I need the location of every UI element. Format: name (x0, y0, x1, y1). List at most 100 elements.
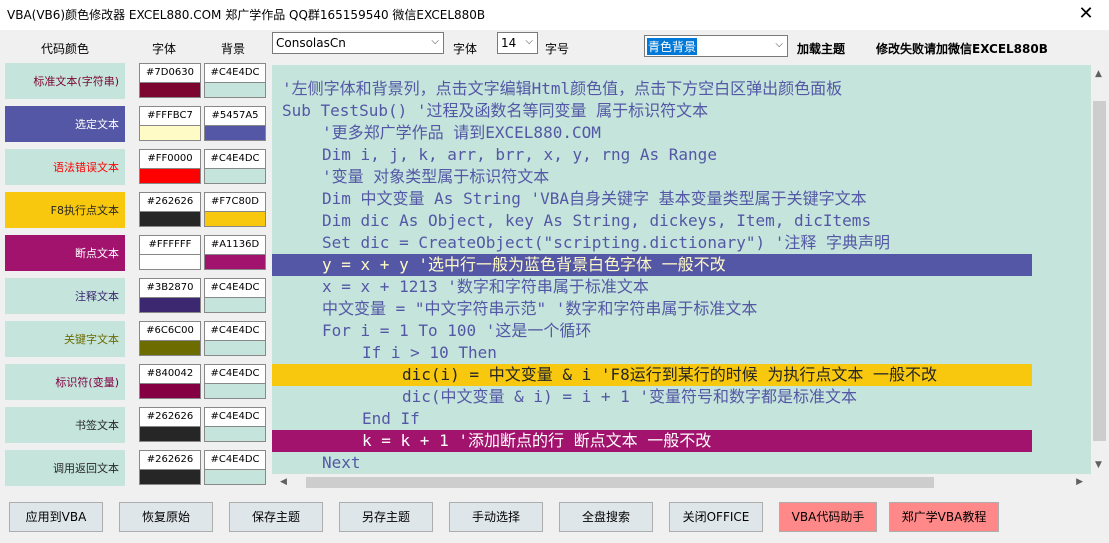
horizontal-scroll-thumb[interactable] (306, 477, 934, 488)
color-preview[interactable] (139, 255, 201, 270)
code-line[interactable]: x = x + 1213 '数字和字符串属于标准文本 (322, 276, 1091, 298)
code-line[interactable]: '变量 对象类型属于标识符文本 (322, 166, 1091, 188)
hex-value[interactable]: #7D0630 (139, 63, 201, 83)
scroll-left-icon[interactable]: ◀ (280, 477, 287, 487)
color-preview[interactable] (204, 341, 266, 356)
hex-value[interactable]: #C4E4DC (204, 450, 266, 470)
theme-select[interactable]: 青色背景 ⌵ (644, 35, 788, 57)
action-button[interactable]: 郑广学VBA教程 (889, 502, 999, 532)
hex-value[interactable]: #FFFBC7 (139, 106, 201, 126)
font-color-swatch[interactable]: #FFFFFF (139, 235, 201, 271)
hex-value[interactable]: #A1136D (204, 235, 266, 255)
color-preview[interactable] (139, 169, 201, 184)
color-preview[interactable] (204, 470, 266, 485)
hex-value[interactable]: #262626 (139, 450, 201, 470)
code-line[interactable]: End If (362, 408, 1091, 430)
code-editor[interactable]: '左侧字体和背景列，点击文字编辑Html颜色值，点击下方空白区弹出颜色面板 Sub… (272, 65, 1091, 474)
horizontal-scrollbar[interactable]: ◀ ▶ (272, 474, 1091, 491)
background-color-swatch[interactable]: #F7C80D (204, 192, 266, 228)
font-color-swatch[interactable]: #FF0000 (139, 149, 201, 185)
action-button[interactable]: 关闭OFFICE (669, 502, 763, 532)
background-color-swatch[interactable]: #5457A5 (204, 106, 266, 142)
hex-value[interactable]: #C4E4DC (204, 63, 266, 83)
color-preview[interactable] (139, 298, 201, 313)
color-preview[interactable] (139, 427, 201, 442)
code-line[interactable]: dic(i) = 中文变量 & i 'F8运行到某行的时候 为执行点文本 一般不… (402, 364, 1091, 386)
vertical-scrollbar[interactable]: ▲ ▼ (1091, 65, 1108, 474)
background-color-swatch[interactable]: #C4E4DC (204, 149, 266, 185)
hex-value[interactable]: #840042 (139, 364, 201, 384)
code-line[interactable]: k = k + 1 '添加断点的行 断点文本 一般不改 (362, 430, 1091, 452)
hex-value[interactable]: #FF0000 (139, 149, 201, 169)
color-preview[interactable] (204, 212, 266, 227)
color-preview[interactable] (139, 126, 201, 141)
scroll-right-icon[interactable]: ▶ (1076, 477, 1083, 487)
action-button[interactable]: 手动选择 (449, 502, 543, 532)
font-color-swatch[interactable]: #FFFBC7 (139, 106, 201, 142)
color-preview[interactable] (204, 427, 266, 442)
background-color-swatch[interactable]: #C4E4DC (204, 407, 266, 443)
close-icon[interactable]: ✕ (1063, 0, 1109, 30)
background-color-swatch[interactable]: #C4E4DC (204, 450, 266, 486)
hex-value[interactable]: #C4E4DC (204, 321, 266, 341)
code-line[interactable]: If i > 10 Then (362, 342, 1091, 364)
hex-value[interactable]: #C4E4DC (204, 149, 266, 169)
color-preview[interactable] (139, 384, 201, 399)
scroll-up-icon[interactable]: ▲ (1095, 69, 1102, 79)
font-color-swatch[interactable]: #262626 (139, 407, 201, 443)
action-button[interactable]: 保存主题 (229, 502, 323, 532)
background-color-swatch[interactable]: #C4E4DC (204, 364, 266, 400)
code-line[interactable]: '左侧字体和背景列，点击文字编辑Html颜色值，点击下方空白区弹出颜色面板 (282, 78, 1082, 100)
hex-value[interactable]: #3B2870 (139, 278, 201, 298)
scroll-down-icon[interactable]: ▼ (1095, 460, 1102, 470)
code-line[interactable]: 中文变量 = "中文字符串示范" '数字和字符串属于标准文本 (322, 298, 1091, 320)
hex-value[interactable]: #262626 (139, 407, 201, 427)
code-line[interactable]: Set dic = CreateObject("scripting.dictio… (322, 232, 1091, 254)
action-button[interactable]: 应用到VBA (9, 502, 103, 532)
code-line[interactable]: '更多郑广学作品 请到EXCEL880.COM (322, 122, 1091, 144)
background-color-swatch[interactable]: #C4E4DC (204, 278, 266, 314)
hex-value[interactable]: #C4E4DC (204, 278, 266, 298)
vertical-scroll-thumb[interactable] (1093, 101, 1106, 441)
color-preview[interactable] (204, 384, 266, 399)
background-color-swatch[interactable]: #C4E4DC (204, 321, 266, 357)
code-line[interactable]: Dim i, j, k, arr, brr, x, y, rng As Rang… (322, 144, 1091, 166)
hex-value[interactable]: #C4E4DC (204, 407, 266, 427)
code-line[interactable]: Sub TestSub() '过程及函数名等同变量 属于标识符文本 (282, 100, 1082, 122)
code-line[interactable]: Next (322, 452, 1091, 474)
code-line[interactable]: y = x + y '选中行一般为蓝色背景白色字体 一般不改 (322, 254, 1091, 276)
color-preview[interactable] (204, 169, 266, 184)
code-line[interactable]: dic(中文变量 & i) = i + 1 '变量符号和数字都是标准文本 (402, 386, 1091, 408)
font-color-swatch[interactable]: #262626 (139, 450, 201, 486)
code-line[interactable]: For i = 1 To 100 '这是一个循环 (322, 320, 1091, 342)
size-select[interactable]: 14 ⌵ (497, 32, 538, 54)
hex-value[interactable]: #6C6C00 (139, 321, 201, 341)
font-color-swatch[interactable]: #7D0630 (139, 63, 201, 99)
action-button[interactable]: 全盘搜索 (559, 502, 653, 532)
hex-value[interactable]: #262626 (139, 192, 201, 212)
font-color-swatch[interactable]: #840042 (139, 364, 201, 400)
color-preview[interactable] (204, 298, 266, 313)
color-preview[interactable] (204, 83, 266, 98)
code-line[interactable]: Dim 中文变量 As String 'VBA自身关键字 基本变量类型属于关键字… (322, 188, 1091, 210)
color-preview[interactable] (204, 126, 266, 141)
hex-value[interactable]: #C4E4DC (204, 364, 266, 384)
hex-value[interactable]: #FFFFFF (139, 235, 201, 255)
load-theme-link[interactable]: 加载主题 (797, 40, 845, 57)
color-preview[interactable] (139, 212, 201, 227)
color-preview[interactable] (204, 255, 266, 270)
background-color-swatch[interactable]: #C4E4DC (204, 63, 266, 99)
background-color-swatch[interactable]: #A1136D (204, 235, 266, 271)
color-preview[interactable] (139, 341, 201, 356)
font-color-swatch[interactable]: #3B2870 (139, 278, 201, 314)
font-color-swatch[interactable]: #6C6C00 (139, 321, 201, 357)
color-preview[interactable] (139, 470, 201, 485)
action-button[interactable]: 恢复原始 (119, 502, 213, 532)
color-preview[interactable] (139, 83, 201, 98)
font-select[interactable]: ConsolasCn ⌵ (272, 32, 444, 54)
font-color-swatch[interactable]: #262626 (139, 192, 201, 228)
action-button[interactable]: 另存主题 (339, 502, 433, 532)
hex-value[interactable]: #5457A5 (204, 106, 266, 126)
hex-value[interactable]: #F7C80D (204, 192, 266, 212)
code-line[interactable]: Dim dic As Object, key As String, dickey… (322, 210, 1091, 232)
